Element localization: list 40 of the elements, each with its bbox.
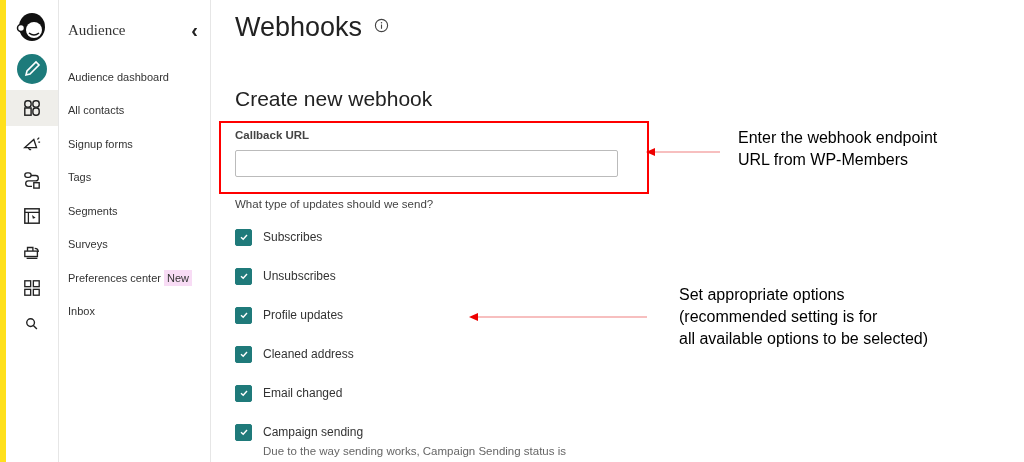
annotation-text: Set appropriate options (recommended setting is for all available options to be selected) <box>679 285 929 349</box>
checkbox[interactable] <box>235 306 252 324</box>
checkbox[interactable] <box>235 228 252 246</box>
nav-link[interactable]: Surveys <box>68 238 108 251</box>
option-label: Email changed <box>263 386 343 400</box>
question-text: What type of updates should we send? <box>235 198 435 210</box>
nav-link[interactable]: Tags <box>68 171 92 184</box>
nav-link[interactable]: Signup forms <box>68 137 133 150</box>
nav-rail-item[interactable] <box>6 90 58 126</box>
new-badge: New <box>163 269 192 286</box>
search-icon <box>25 317 39 331</box>
option-label: Subscribes <box>263 230 323 244</box>
option-note: Due to the way sending works, Campaign Sending status is <box>263 445 567 457</box>
section-title: Create new webhook <box>235 87 434 111</box>
people-icon <box>23 99 41 117</box>
nav-title: Audience <box>68 21 126 39</box>
nav-link[interactable]: Preferences center <box>68 271 161 284</box>
nav-link[interactable]: All contacts <box>68 104 125 117</box>
info-icon[interactable] <box>374 18 390 33</box>
nav-link[interactable]: Segments <box>68 204 118 217</box>
callback-url-field[interactable] <box>235 150 618 177</box>
checkbox[interactable] <box>235 267 252 285</box>
annotation-text: Enter the webhook endpoint URL from WP-Members <box>738 128 938 170</box>
checkbox[interactable] <box>235 384 252 402</box>
flow-icon <box>23 171 41 189</box>
checkbox[interactable] <box>235 423 252 441</box>
collapse-button[interactable]: ‹ <box>191 18 198 42</box>
nav-link[interactable]: Inbox <box>68 305 95 318</box>
option-label: Unsubscribes <box>263 269 336 283</box>
option-label: Profile updates <box>263 308 344 322</box>
pencil-icon <box>17 54 47 84</box>
option-label: Campaign sending <box>263 425 364 439</box>
megaphone-icon <box>23 135 41 153</box>
grid-icon <box>23 279 41 297</box>
page-title: Webhooks <box>235 12 363 43</box>
option-label: Cleaned address <box>263 347 354 361</box>
nav-link[interactable]: Audience dashboard <box>68 70 169 83</box>
browser-icon <box>23 207 41 225</box>
checkbox[interactable] <box>235 345 252 363</box>
field-label: Callback URL <box>235 129 311 141</box>
